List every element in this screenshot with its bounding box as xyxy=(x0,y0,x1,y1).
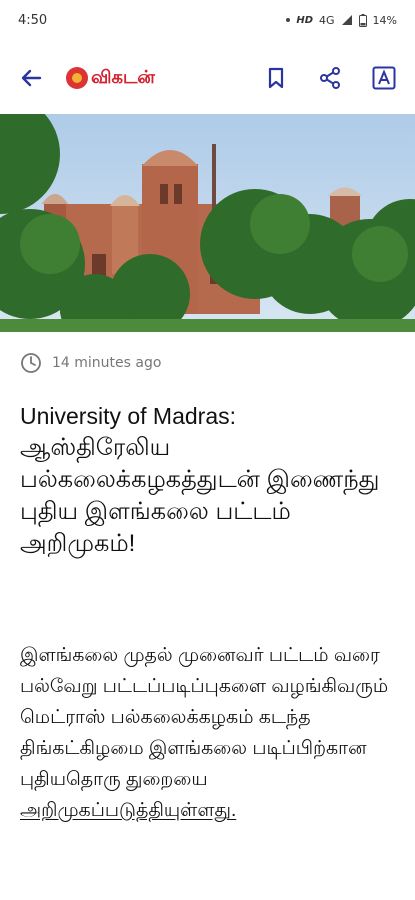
battery-level: 14% xyxy=(372,13,397,27)
logo-text: விகடன் xyxy=(91,66,155,88)
article-title: University of Madras: ஆஸ்திரேலிய பல்கலைக… xyxy=(20,400,398,560)
share-icon xyxy=(320,67,340,89)
back-button[interactable] xyxy=(16,63,46,93)
hero-image xyxy=(0,114,415,332)
article-body-link[interactable]: அறிமுகப்படுத்தியுள்ளது. xyxy=(20,800,236,821)
bookmark-icon xyxy=(268,67,284,89)
published-time: 14 minutes ago xyxy=(52,355,162,371)
network-hd-label: HD xyxy=(296,14,314,26)
clock-icon xyxy=(21,353,41,373)
article-title-tamil: ஆஸ்திரேலிய பல்கலைக்கழகத்துடன் இணைந்து பு… xyxy=(20,434,380,557)
status-icons: HD 4G 14% xyxy=(286,13,397,27)
text-size-icon xyxy=(372,66,396,90)
signal-icon xyxy=(341,15,352,25)
share-button[interactable] xyxy=(315,63,345,93)
back-arrow-icon xyxy=(21,69,42,87)
app-bar: விகடன் xyxy=(0,48,415,108)
status-bar: 4:50 HD 4G 14% xyxy=(0,0,415,40)
article-title-english: University of Madras: xyxy=(20,403,237,429)
article-body-text: இளங்கலை முதல் முனைவர் பட்டம் வரை பல்வேறு… xyxy=(20,645,389,790)
text-size-button[interactable] xyxy=(369,63,399,93)
notification-dot-icon xyxy=(286,18,291,22)
vikatan-logo[interactable]: விகடன் xyxy=(66,67,155,90)
signal-label: 4G xyxy=(319,13,335,27)
article-meta: 14 minutes ago xyxy=(20,352,161,374)
status-time: 4:50 xyxy=(18,12,48,28)
logo-emblem-icon xyxy=(66,67,88,89)
battery-icon xyxy=(358,13,367,27)
article-body: இளங்கலை முதல் முனைவர் பட்டம் வரை பல்வேறு… xyxy=(20,640,398,826)
bookmark-button[interactable] xyxy=(261,63,291,93)
